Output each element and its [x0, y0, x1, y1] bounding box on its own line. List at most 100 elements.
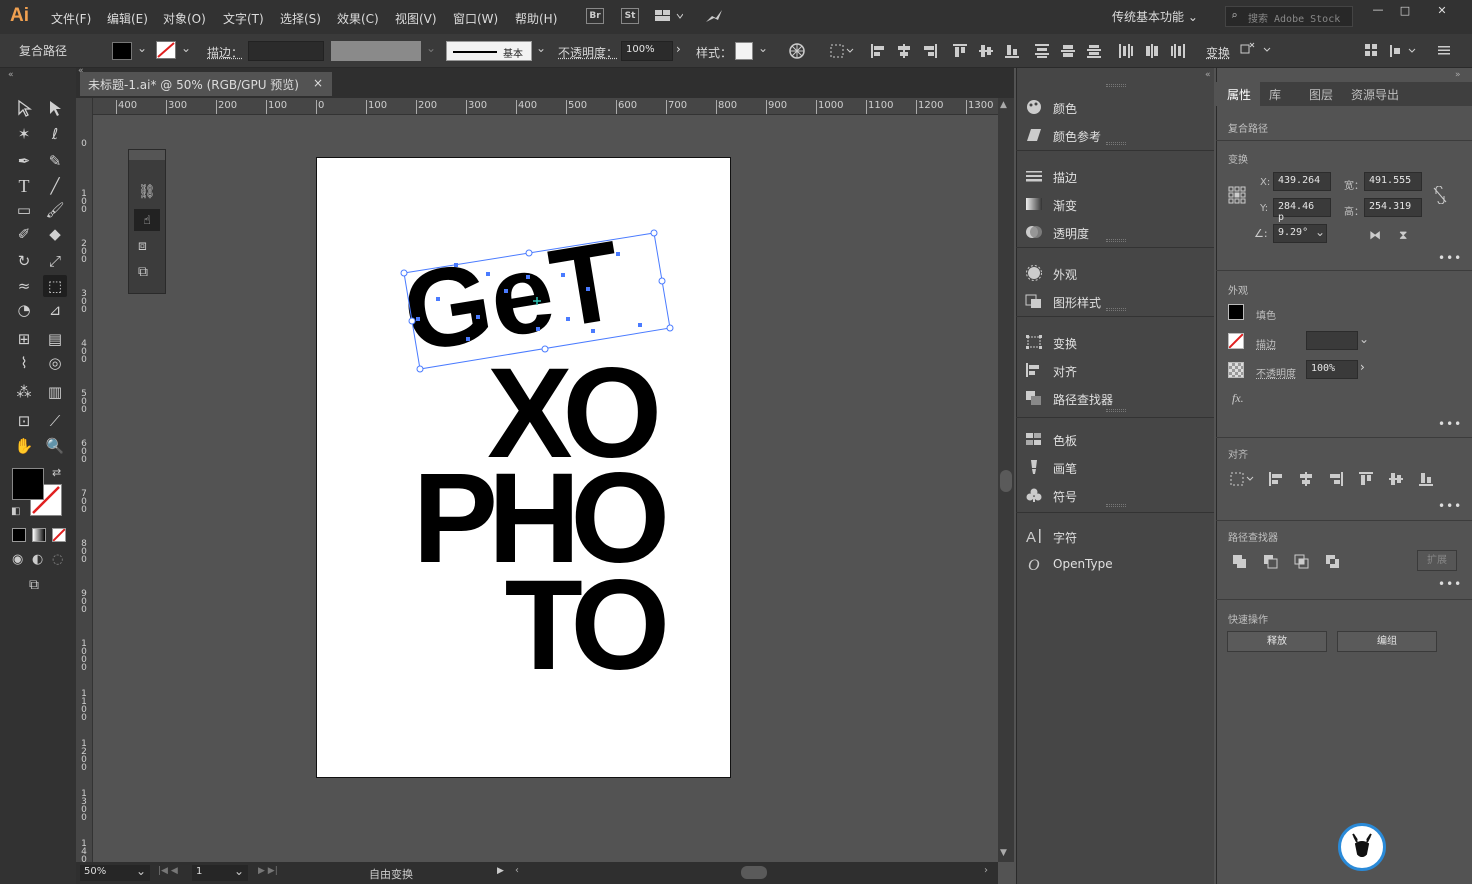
- scroll-down-icon[interactable]: ▼: [1000, 848, 1007, 858]
- fill-color-box[interactable]: [12, 468, 44, 500]
- direct-selection-tool-icon[interactable]: [43, 99, 67, 121]
- brush-definition[interactable]: 基本: [446, 41, 532, 61]
- y-field[interactable]: 284.46 p: [1273, 198, 1331, 223]
- tab-libraries[interactable]: 库: [1269, 86, 1281, 103]
- panel-swatches[interactable]: 色板: [1025, 429, 1205, 451]
- reference-point-icon[interactable]: [1228, 186, 1246, 207]
- distribute-vcenter-icon[interactable]: [1060, 43, 1076, 62]
- brush-dropdown-icon[interactable]: ⌄: [536, 41, 546, 55]
- distribute-top-icon[interactable]: [1034, 43, 1050, 62]
- scroll-right-icon[interactable]: ›: [984, 865, 988, 876]
- menu-help[interactable]: 帮助(H): [515, 10, 557, 27]
- graphic-style-swatch[interactable]: [735, 42, 753, 60]
- lasso-tool-icon[interactable]: ℓ: [43, 123, 67, 145]
- width-field[interactable]: 491.555: [1364, 172, 1422, 191]
- close-window-button[interactable]: ✕: [1431, 4, 1453, 18]
- rectangle-tool-icon[interactable]: ▭: [12, 199, 36, 221]
- opacity-label[interactable]: 不透明度：: [558, 44, 618, 61]
- eraser-tool-icon[interactable]: ◆: [43, 223, 67, 245]
- scroll-left-icon[interactable]: ‹: [515, 865, 519, 876]
- horizontal-scroll-thumb[interactable]: [741, 866, 767, 879]
- close-tab-icon[interactable]: ×: [313, 76, 323, 90]
- panel-grip-icon[interactable]: [1106, 504, 1126, 507]
- symbol-sprayer-tool-icon[interactable]: ⁂: [12, 381, 36, 403]
- vertical-scroll-thumb[interactable]: [1000, 470, 1012, 492]
- perspective-grid-tool-icon[interactable]: ⊿: [43, 299, 67, 321]
- shaper-tool-icon[interactable]: ✐: [12, 223, 36, 245]
- opacity-field[interactable]: 100%: [621, 41, 673, 61]
- draw-behind-icon[interactable]: ◐: [32, 552, 43, 567]
- mesh-tool-icon[interactable]: ⊞: [12, 328, 36, 350]
- workspace-switcher[interactable]: 传统基本功能 ⌄: [1112, 8, 1198, 25]
- stock-button[interactable]: St: [621, 8, 639, 24]
- widget-titlebar[interactable]: [129, 150, 165, 160]
- transform-link[interactable]: 变换: [1206, 44, 1230, 61]
- magic-wand-tool-icon[interactable]: ✶: [12, 123, 36, 145]
- panel-menu-icon[interactable]: [1437, 43, 1451, 60]
- horizontal-ruler[interactable]: 400 300 200 100 0 100 200 300 400 500 600 700 800 900…: [93, 98, 998, 115]
- first-artboard-icon[interactable]: |◀ ◀: [158, 866, 178, 876]
- fill-dropdown-icon[interactable]: ⌄: [137, 41, 147, 55]
- align-vcenter-icon[interactable]: [978, 43, 994, 62]
- panel-align-top-icon[interactable]: [1358, 471, 1374, 490]
- panel-transform[interactable]: 变换: [1025, 332, 1205, 354]
- collapse-properties-icon[interactable]: »: [1455, 70, 1461, 80]
- stroke-width-dropdown-icon[interactable]: ⌄: [1359, 332, 1375, 351]
- align-to-icon[interactable]: [1230, 471, 1256, 490]
- panel-brushes[interactable]: 画笔: [1025, 457, 1205, 479]
- zoom-dropdown-icon[interactable]: ⌄: [136, 864, 146, 878]
- blend-tool-icon[interactable]: ◎: [43, 352, 67, 374]
- align-left-icon[interactable]: [870, 43, 886, 62]
- shape-builder-tool-icon[interactable]: ◔: [12, 299, 36, 321]
- panel-pathfinder[interactable]: 路径查找器: [1025, 388, 1205, 410]
- slice-tool-icon[interactable]: ⟋: [43, 410, 67, 432]
- panel-align-right-icon[interactable]: [1328, 471, 1344, 490]
- appearance-more-icon[interactable]: •••: [1438, 417, 1462, 431]
- stroke-swatch[interactable]: [156, 41, 176, 59]
- minimize-button[interactable]: —: [1367, 3, 1389, 17]
- status-menu-icon[interactable]: ▶: [497, 866, 504, 876]
- gradient-mode-icon[interactable]: [32, 528, 46, 542]
- menu-object[interactable]: 对象(O): [163, 10, 206, 27]
- distribute-left-icon[interactable]: [1118, 43, 1134, 62]
- maximize-button[interactable]: □: [1394, 4, 1416, 18]
- panel-grip-icon[interactable]: [1106, 409, 1126, 412]
- x-field[interactable]: 439.264: [1273, 172, 1331, 191]
- panel-grip-icon[interactable]: [1106, 142, 1126, 145]
- align-bottom-icon[interactable]: [1004, 43, 1020, 62]
- bridge-button[interactable]: Br: [586, 8, 604, 24]
- align-more-icon[interactable]: •••: [1438, 499, 1462, 513]
- collapse-dock-icon[interactable]: «: [1205, 70, 1211, 80]
- gpu-performance-icon[interactable]: [704, 8, 724, 27]
- document-tab[interactable]: 未标题-1.ai* @ 50% (RGB/GPU 预览) ×: [80, 72, 332, 96]
- color-mode-icon[interactable]: [12, 528, 26, 542]
- menu-effect[interactable]: 效果(C): [337, 10, 379, 27]
- paintbrush-tool-icon[interactable]: 🖌: [43, 199, 67, 221]
- arrange-documents-icon[interactable]: [655, 9, 684, 23]
- stroke-dropdown-icon[interactable]: ⌄: [181, 41, 191, 55]
- menu-edit[interactable]: 编辑(E): [107, 10, 148, 27]
- pathfinder-exclude-icon[interactable]: [1325, 554, 1341, 573]
- appearance-stroke-field[interactable]: [1306, 331, 1358, 350]
- gradient-tool-icon[interactable]: ▤: [43, 328, 67, 350]
- screen-mode-icon[interactable]: ⧉: [29, 577, 39, 593]
- fx-icon[interactable]: fx.: [1232, 391, 1244, 406]
- flip-horizontal-icon[interactable]: ⧓: [1369, 228, 1381, 242]
- profile-dropdown-icon[interactable]: ⌄: [426, 41, 436, 55]
- variable-width-profile[interactable]: [331, 41, 421, 61]
- flip-vertical-icon[interactable]: ⧗: [1399, 228, 1407, 243]
- tab-asset-export[interactable]: 资源导出: [1351, 86, 1399, 103]
- panel-align[interactable]: 对齐: [1025, 360, 1205, 382]
- distribute-right-icon[interactable]: [1170, 43, 1186, 62]
- perspective-distort-icon[interactable]: ⧈: [138, 238, 147, 254]
- swap-fill-stroke-icon[interactable]: ⇄: [52, 466, 61, 479]
- draw-inside-icon[interactable]: ◌: [52, 552, 63, 567]
- pathfinder-intersect-icon[interactable]: [1294, 554, 1310, 573]
- panel-align-hcenter-icon[interactable]: [1298, 471, 1314, 490]
- stock-search-input[interactable]: ⌕ 搜索 Adobe Stock: [1225, 6, 1353, 27]
- none-mode-icon[interactable]: [52, 528, 66, 542]
- style-dropdown-icon[interactable]: ⌄: [758, 41, 768, 55]
- fill-swatch[interactable]: [112, 42, 132, 60]
- width-tool-icon[interactable]: ≈: [12, 275, 36, 297]
- draw-normal-icon[interactable]: ◉: [12, 552, 23, 567]
